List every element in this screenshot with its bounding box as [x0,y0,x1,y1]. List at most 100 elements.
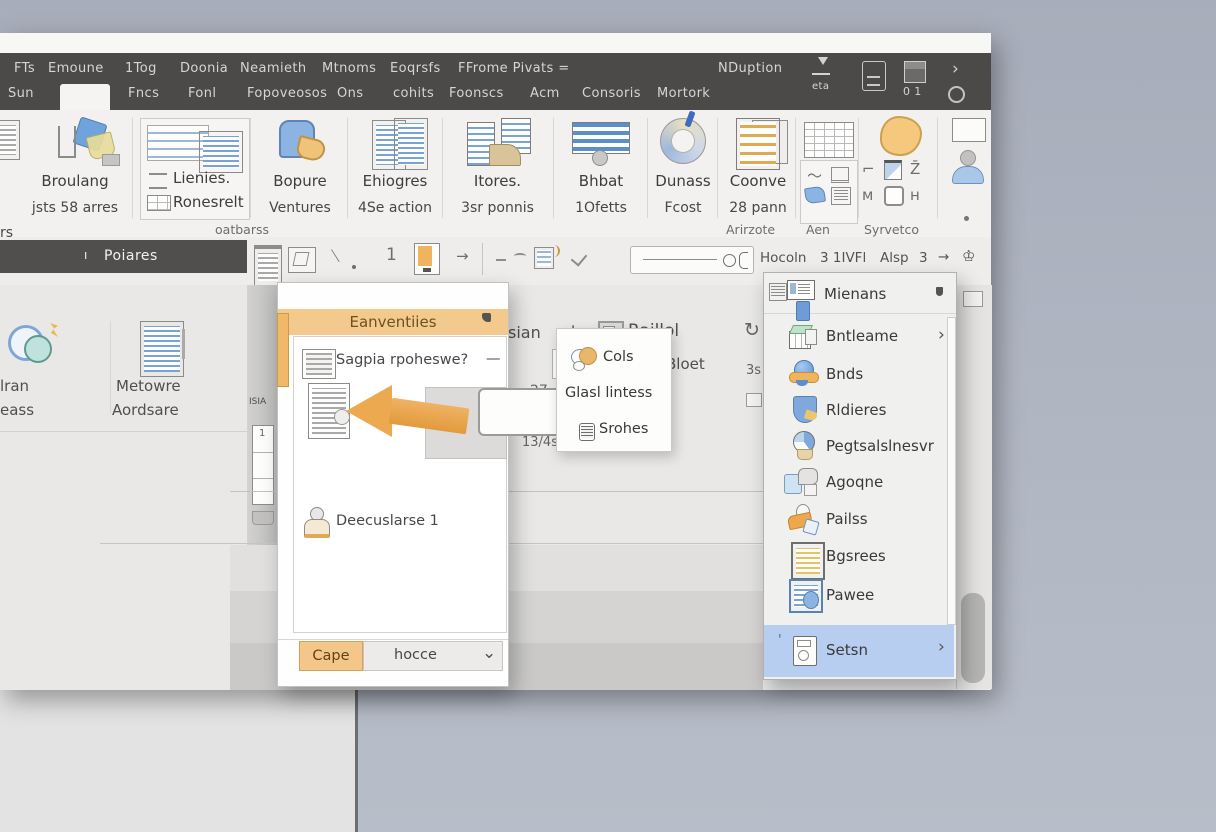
m-icon[interactable]: ᴍ [862,186,873,204]
popup-dropdown[interactable]: hocce ⌄ [363,641,503,671]
crown-icon[interactable]: ♔ [962,247,975,265]
ribbon-group-coonve[interactable]: Coonve 28 pann [722,116,794,226]
tooltip-item-2[interactable]: Glasl lintess [565,385,652,401]
squiggle-icon[interactable]: 〜 [807,165,822,186]
menu-scrollbar[interactable] [947,317,956,625]
download-icon[interactable] [812,59,830,75]
b-icon[interactable]: ʜ [910,186,920,204]
status-token[interactable]: Alsp [880,250,909,266]
popup-side-tab [277,313,289,387]
menu-item-pawee[interactable]: Pawee [764,577,956,615]
refresh-icon[interactable]: ↻ [744,319,760,341]
ribbon-group-itores[interactable]: Itores. 3sr ponnis [445,116,550,226]
ribbon-group-broulang[interactable]: Broulang jsts 58 arres [20,116,130,226]
popup-item-2[interactable]: Deecuslarse 1 [336,513,439,529]
glyph-icon[interactable]: ⌐ [862,160,875,178]
window-icon[interactable] [904,61,926,83]
chevron-right-icon[interactable]: › [952,61,959,78]
menu-item[interactable]: Fncs [128,86,159,101]
arrow-tool-icon[interactable]: → [456,247,469,265]
page-tool-icon[interactable] [254,245,282,286]
frame-tool-icon[interactable] [288,247,316,273]
square-icon[interactable] [746,393,762,407]
menu-item[interactable]: Fopoveosos [247,86,327,101]
left-item1-line1[interactable]: lran [0,377,29,395]
vertical-scrollbar[interactable] [956,285,992,689]
monitor-icon[interactable] [952,118,986,142]
menu-item[interactable]: Emoune [48,61,104,76]
menu-item[interactable]: NDuption [718,61,782,76]
ribbon-group-syrvetco[interactable]: ⌐ Z̄ ᴍ ʜ [862,116,934,226]
arrow-right-icon[interactable]: → [938,249,949,265]
menu-item-bntleame[interactable]: Bntleame › [764,319,956,353]
search-input[interactable] [630,246,754,274]
scrollbar-thumb[interactable] [961,593,985,683]
popup-item-1[interactable]: Sagpia rpoheswe? [336,352,468,368]
menu-item[interactable]: Mortork [657,86,710,101]
menu-item[interactable]: Foonscs [449,86,504,101]
menu-item[interactable]: Fonl [188,86,216,101]
share-icon[interactable] [6,323,60,367]
menu-item[interactable]: FFrome Pivats = [458,61,570,76]
layout-icon[interactable] [831,167,849,183]
clipped-doc-icon[interactable] [0,120,20,160]
popup-header-icon[interactable] [482,313,491,322]
tooltip-item-1[interactable]: Cols [603,349,634,365]
rounded-square-icon[interactable] [884,186,904,206]
stamp-icon[interactable] [804,186,826,205]
titlebar[interactable] [0,33,991,53]
highlight-page-icon[interactable] [414,243,440,275]
status-token[interactable]: Hocoln [760,250,806,266]
ribbon-group-lists[interactable]: Lienies. Ronesrelt [140,118,250,220]
check-icon[interactable] [571,249,588,266]
menu-item[interactable]: Mtnoms [322,61,376,76]
left-item2-line2[interactable]: Aordsare [112,401,179,419]
menu-item-setsn[interactable]: ' Setsn › [764,625,954,677]
person-doc-icon [304,507,328,535]
menu-item-rldieres[interactable]: Rldieres [764,393,956,427]
menu-item[interactable]: Consoris [582,86,641,101]
cape-button[interactable]: Cape [299,641,363,671]
menu-item[interactable]: FTs [14,61,35,76]
active-tab-notch[interactable] [60,84,110,110]
menu-item-pegtsalslnesvr[interactable]: Pegtsalslnesvr [764,429,956,463]
menu-item-bnds[interactable]: Bnds [764,357,956,391]
menu-item-bgsrees[interactable]: Bgsrees [764,539,956,573]
document-icon[interactable] [862,61,886,91]
ribbon-group-ehiogres[interactable]: Ehiogres 4Se action [350,116,440,226]
note-doc-icon[interactable] [140,321,184,377]
folders-bar[interactable]: ı Poiares [0,240,247,273]
ribbon-group-bhbat[interactable]: Bhbat 1Ofetts [558,116,644,226]
menu-item[interactable]: Doonia [180,61,228,76]
left-item1-line2[interactable]: eass [0,401,34,419]
left-item2-line1[interactable]: Metowre [116,377,181,395]
list-small-icon[interactable] [831,187,851,205]
ribbon-group-aen[interactable]: 〜 [800,116,856,226]
menu-item[interactable]: Neamieth [240,61,307,76]
shape-icon[interactable] [884,160,902,180]
menu-item[interactable]: Acm [530,86,560,101]
menu-item-pailss[interactable]: Pailss [764,501,956,537]
mail-icon [277,120,323,162]
scrollbar-page-icon[interactable] [963,291,983,307]
clock-icon[interactable] [948,86,965,103]
status-token[interactable]: 3 [919,250,928,266]
menu-item[interactable]: Eoqrsfs [390,61,441,76]
menu-item[interactable]: Ons [337,86,363,101]
ribbon-group-dunass[interactable]: Dunass Fcost [650,116,716,226]
status-token[interactable]: 3 1IVFl [820,250,866,266]
strip-tab[interactable] [252,511,274,525]
person-body-icon[interactable] [952,166,984,184]
menu-item[interactable]: 1Tog [125,61,157,76]
strip-box[interactable]: 1 [252,425,274,505]
menu-item-agoqne[interactable]: Agoqne [764,465,956,499]
pen-icon[interactable]: ⟍ [329,246,342,265]
menu-item[interactable]: Sun [8,86,34,101]
z-icon[interactable]: Z̄ [910,160,920,178]
tooltip-item-3[interactable]: Srohes [599,421,648,437]
orange-squiggle-icon[interactable] [552,245,560,257]
popup-header[interactable]: Eanventiies [278,309,508,335]
ribbon-group-bopure[interactable]: Bopure Ventures [255,116,345,226]
menu-item[interactable]: cohits [393,86,434,101]
mini-doc-icon[interactable] [534,247,554,269]
